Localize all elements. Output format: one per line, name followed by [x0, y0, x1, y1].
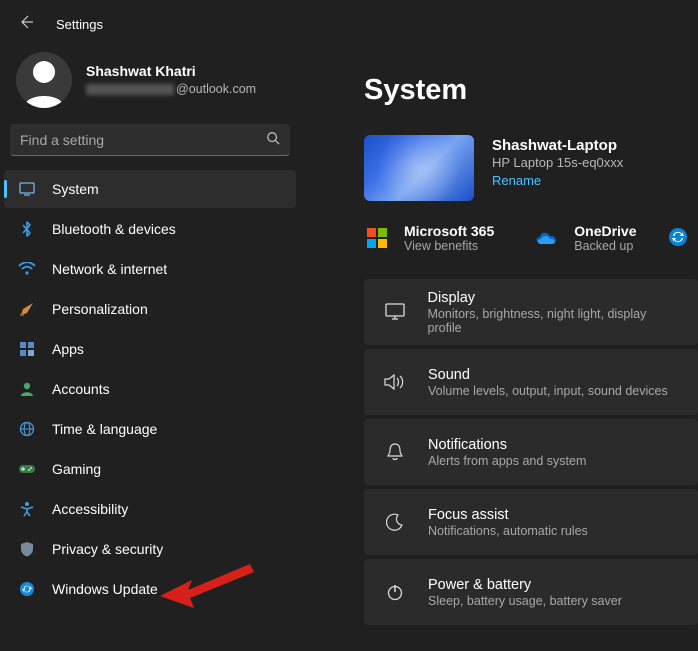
- setting-subtitle: Notifications, automatic rules: [428, 524, 588, 538]
- update-icon: [18, 580, 36, 598]
- sidebar-item-label: Personalization: [52, 301, 148, 317]
- sidebar-item-system[interactable]: System: [4, 170, 296, 208]
- microsoft-logo-icon: [364, 225, 390, 251]
- profile-email: @outlook.com: [86, 81, 256, 98]
- sidebar-item-label: Network & internet: [52, 261, 167, 277]
- sync-icon[interactable]: [668, 227, 688, 250]
- sidebar-item-privacy-security[interactable]: Privacy & security: [4, 530, 296, 568]
- setting-subtitle: Alerts from apps and system: [428, 454, 586, 468]
- setting-subtitle: Sleep, battery usage, battery saver: [428, 594, 622, 608]
- sidebar-item-label: Accounts: [52, 381, 110, 397]
- moon-icon: [384, 513, 406, 531]
- device-card: Shashwat-Laptop HP Laptop 15s-eq0xxx Ren…: [364, 135, 698, 201]
- sidebar-item-label: Accessibility: [52, 501, 128, 517]
- device-name: Shashwat-Laptop: [492, 137, 623, 154]
- setting-sound[interactable]: Sound Volume levels, output, input, soun…: [364, 349, 698, 415]
- device-model: HP Laptop 15s-eq0xxx: [492, 155, 623, 170]
- setting-title: Display: [428, 290, 679, 306]
- sidebar-item-windows-update[interactable]: Windows Update: [4, 570, 296, 608]
- search-box[interactable]: [10, 124, 290, 156]
- person-icon: [18, 380, 36, 398]
- setting-power-battery[interactable]: Power & battery Sleep, battery usage, ba…: [364, 559, 698, 625]
- profile-block[interactable]: Shashwat Khatri @outlook.com: [0, 52, 300, 124]
- profile-name: Shashwat Khatri: [86, 62, 256, 81]
- avatar: [16, 52, 72, 108]
- setting-display[interactable]: Display Monitors, brightness, night ligh…: [364, 279, 698, 345]
- onedrive-tile[interactable]: OneDrive Backed up: [534, 223, 636, 253]
- setting-title: Power & battery: [428, 577, 622, 593]
- setting-notifications[interactable]: Notifications Alerts from apps and syste…: [364, 419, 698, 485]
- page-title: System: [364, 74, 698, 107]
- device-thumbnail: [364, 135, 474, 201]
- setting-subtitle: Volume levels, output, input, sound devi…: [428, 384, 668, 398]
- apps-icon: [18, 340, 36, 358]
- sidebar-item-label: Time & language: [52, 421, 157, 437]
- rename-link[interactable]: Rename: [492, 173, 623, 188]
- wifi-icon: [18, 260, 36, 278]
- sidebar-item-label: System: [52, 181, 99, 197]
- search-input[interactable]: [20, 132, 266, 148]
- bell-icon: [384, 442, 406, 462]
- back-button[interactable]: [18, 14, 34, 34]
- sidebar-item-accounts[interactable]: Accounts: [4, 370, 296, 408]
- sidebar-item-accessibility[interactable]: Accessibility: [4, 490, 296, 528]
- sidebar-item-network-internet[interactable]: Network & internet: [4, 250, 296, 288]
- accessibility-icon: [18, 500, 36, 518]
- setting-subtitle: Monitors, brightness, night light, displ…: [428, 307, 679, 335]
- system-icon: [18, 180, 36, 198]
- onedrive-sub: Backed up: [574, 239, 636, 253]
- search-icon: [266, 131, 280, 148]
- globe-icon: [18, 420, 36, 438]
- app-title: Settings: [56, 17, 103, 32]
- onedrive-icon: [534, 225, 560, 251]
- setting-title: Sound: [428, 367, 668, 383]
- sidebar-item-label: Privacy & security: [52, 541, 163, 557]
- sidebar-item-gaming[interactable]: Gaming: [4, 450, 296, 488]
- sidebar-item-label: Gaming: [52, 461, 101, 477]
- sidebar-item-apps[interactable]: Apps: [4, 330, 296, 368]
- setting-title: Focus assist: [428, 507, 588, 523]
- microsoft-365-tile[interactable]: Microsoft 365 View benefits: [364, 223, 494, 253]
- brush-icon: [18, 300, 36, 318]
- sidebar-item-label: Bluetooth & devices: [52, 221, 176, 237]
- bluetooth-icon: [18, 220, 36, 238]
- sidebar-item-personalization[interactable]: Personalization: [4, 290, 296, 328]
- sidebar-item-bluetooth-devices[interactable]: Bluetooth & devices: [4, 210, 296, 248]
- setting-focus-assist[interactable]: Focus assist Notifications, automatic ru…: [364, 489, 698, 555]
- power-icon: [384, 583, 406, 601]
- setting-title: Notifications: [428, 437, 586, 453]
- sound-icon: [384, 374, 406, 390]
- onedrive-title: OneDrive: [574, 223, 636, 239]
- gaming-icon: [18, 460, 36, 478]
- sidebar-item-time-language[interactable]: Time & language: [4, 410, 296, 448]
- display-icon: [384, 303, 406, 321]
- shield-icon: [18, 540, 36, 558]
- ms365-title: Microsoft 365: [404, 223, 494, 239]
- sidebar-item-label: Apps: [52, 341, 84, 357]
- ms365-sub: View benefits: [404, 239, 494, 253]
- sidebar-item-label: Windows Update: [52, 581, 158, 597]
